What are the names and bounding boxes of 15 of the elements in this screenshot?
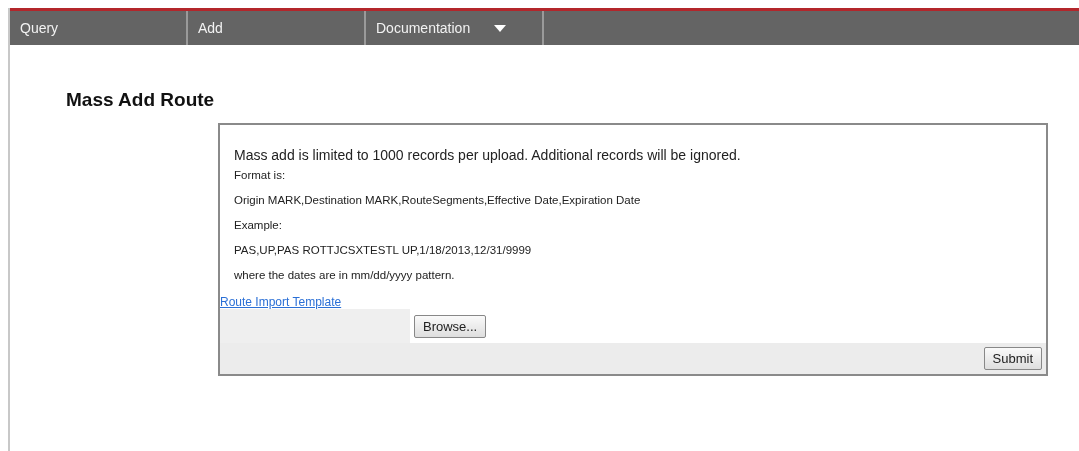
file-field[interactable] [220,309,410,343]
instruction-text: PAS,UP,PAS ROTTJCSXTESTL UP,1/18/2013,12/31/9999 [234,244,533,256]
template-link[interactable]: Route Import Template [220,295,1046,309]
caret-icon [494,24,507,32]
instruction-text: Format is: [234,169,287,181]
nav-tab[interactable]: Documentation [366,11,544,45]
instruction-text: Example: [234,219,283,231]
nav-tab[interactable]: Add [188,11,366,45]
browse-button[interactable]: Browse... [414,314,487,338]
page-title: Mass Add Route [66,89,216,111]
nav-tab[interactable]: Query [10,11,188,45]
instruction-text: Origin MARK,Destination MARK,RouteSegments,Effective Date,Expiration Date [234,194,642,206]
submit-button[interactable]: Submit [983,347,1042,370]
instruction-text: where the dates are in mm/dd/yyyy pattern. [234,269,456,281]
limit-notice: Mass add is limited to 1000 records per upload. Additional records will be ignored. [234,147,742,163]
